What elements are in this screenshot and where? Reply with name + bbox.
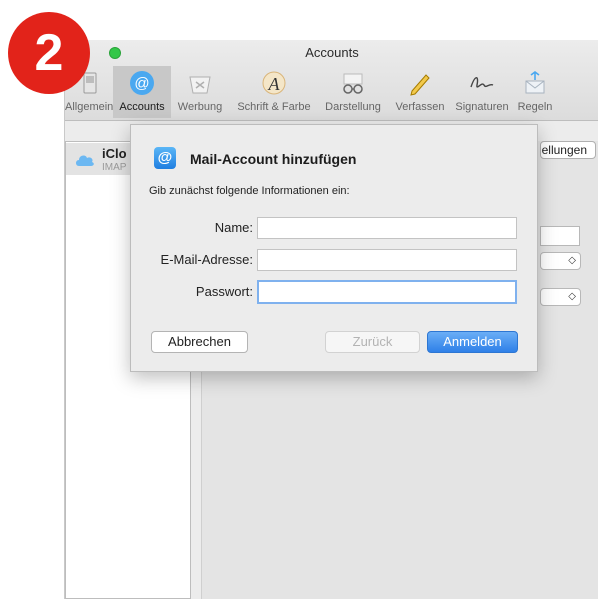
tab-regeln[interactable]: Regeln [511, 66, 559, 118]
password-label: Passwort: [195, 284, 253, 299]
tab-label: Signaturen [455, 101, 509, 113]
glasses-icon [343, 73, 363, 94]
tab-label: Accounts [119, 101, 165, 113]
tab-label: Regeln [517, 101, 553, 113]
tab-accounts[interactable]: @ Accounts [113, 66, 171, 118]
tab-label: Schrift & Farbe [237, 101, 311, 113]
tab-signaturen[interactable]: Signaturen [453, 66, 511, 118]
password-input[interactable] [257, 280, 517, 304]
background-select-2[interactable]: ◇ [540, 288, 581, 306]
server-settings-button[interactable]: ellungen [540, 141, 596, 159]
dialog-title: Mail-Account hinzufügen [190, 151, 357, 167]
tab-schrift-farbe[interactable]: A Schrift & Farbe [229, 66, 319, 118]
tab-darstellung[interactable]: Darstellung [319, 66, 387, 118]
cancel-button[interactable]: Abbrechen [151, 331, 248, 353]
tab-werbung[interactable]: Werbung [171, 66, 229, 118]
sign-in-button[interactable]: Anmelden [427, 331, 518, 353]
back-button[interactable]: Zurück [325, 331, 420, 353]
dialog-subtitle: Gib zunächst folgende Informationen ein: [149, 185, 350, 197]
email-input[interactable] [257, 249, 517, 271]
tab-label: Darstellung [325, 101, 381, 113]
tab-label: Allgemein [65, 101, 114, 113]
account-name: iClo [102, 146, 127, 161]
cloud-icon [76, 155, 94, 166]
window-title: Accounts [305, 45, 359, 60]
rules-envelope-icon [525, 71, 545, 94]
tab-label: Werbung [177, 101, 223, 113]
at-icon: @ [154, 147, 176, 169]
preferences-toolbar: Allgemein @ Accounts Werbung A Schrift &… [65, 66, 598, 118]
account-type: IMAP [102, 162, 127, 173]
title-bar: Accounts Allgemein @ Accounts Werbung A … [65, 40, 598, 121]
step-number-badge: 2 [8, 12, 90, 94]
junk-mail-icon [189, 76, 211, 94]
add-mail-account-dialog: @ Mail-Account hinzufügen Gib zunächst f… [130, 124, 538, 372]
signature-icon [470, 77, 494, 88]
font-color-icon: A [262, 71, 286, 95]
svg-text:@: @ [134, 75, 149, 92]
email-label: E-Mail-Adresse: [160, 252, 253, 267]
background-text-field[interactable] [540, 226, 580, 246]
tab-label: Verfassen [395, 101, 445, 113]
pencil-icon [410, 74, 430, 96]
name-label: Name: [214, 220, 253, 235]
name-input[interactable] [257, 217, 517, 239]
background-select-1[interactable]: ◇ [540, 252, 581, 270]
tab-verfassen[interactable]: Verfassen [387, 66, 453, 118]
at-icon: @ [130, 71, 154, 95]
svg-text:A: A [268, 74, 281, 94]
